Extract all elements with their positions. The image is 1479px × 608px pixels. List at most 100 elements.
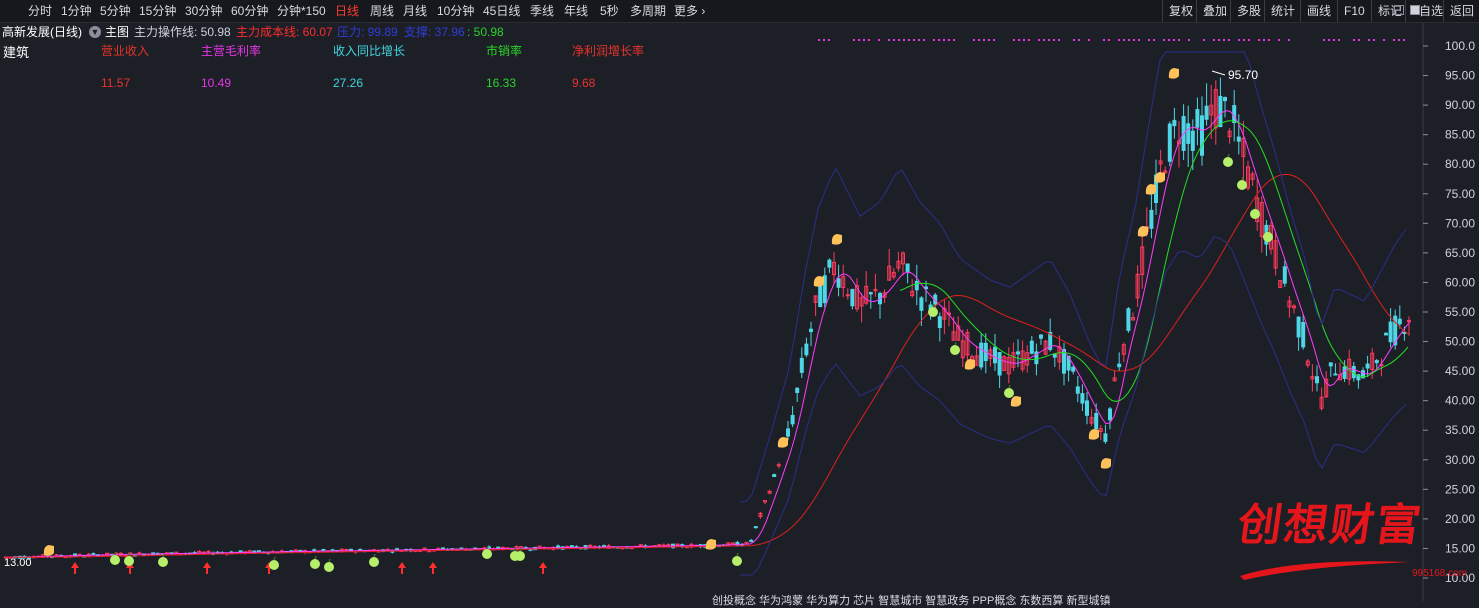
candle-body bbox=[1085, 400, 1089, 416]
apple-stem-icon bbox=[373, 553, 376, 558]
y-axis-label: 50.00 bbox=[1445, 335, 1475, 349]
period-tab-14[interactable]: 5秒 bbox=[600, 0, 619, 22]
watermark-swoosh-icon bbox=[1240, 561, 1412, 580]
y-axis-label: 20.00 bbox=[1445, 512, 1475, 526]
apple-marker-icon bbox=[369, 557, 379, 567]
y-axis-label: 90.00 bbox=[1445, 98, 1475, 112]
candle-body bbox=[1204, 105, 1209, 120]
toolbar-button-3[interactable]: 统计 bbox=[1264, 0, 1301, 22]
buy-arrow-icon bbox=[539, 562, 547, 574]
period-tab-8[interactable]: 周线 bbox=[370, 0, 394, 22]
candle-body bbox=[321, 548, 326, 552]
period-tab-3[interactable]: 15分钟 bbox=[139, 0, 176, 22]
candle-body bbox=[937, 316, 942, 328]
candle-body bbox=[868, 292, 873, 295]
apple-stem-icon bbox=[736, 552, 739, 557]
toolbar-button-2[interactable]: 多股 bbox=[1230, 0, 1267, 22]
toolbar-button-5[interactable]: F10 bbox=[1337, 0, 1371, 22]
candle-body bbox=[1117, 363, 1122, 368]
sector-label: 建筑 bbox=[3, 45, 30, 60]
apple-marker-icon bbox=[310, 559, 320, 569]
candle-body bbox=[1365, 363, 1370, 369]
candle-body bbox=[749, 539, 754, 542]
hand-marker-icon bbox=[1137, 226, 1148, 237]
period-tab-13[interactable]: 年线 bbox=[564, 0, 588, 22]
y-axis-label: 25.00 bbox=[1445, 482, 1475, 496]
apple-stem-icon bbox=[314, 555, 317, 560]
apple-marker-icon bbox=[124, 556, 134, 566]
candle-body bbox=[638, 544, 643, 547]
indicator-main-operation: 主力操作线: 50.98 bbox=[134, 25, 231, 39]
apple-stem-icon bbox=[273, 556, 276, 561]
concept-tags: 创投概念 华为鸿蒙 华为算力 芯片 智慧城市 智慧政务 PPP概念 东数西算 新… bbox=[712, 595, 1111, 607]
period-tab-5[interactable]: 60分钟 bbox=[231, 0, 268, 22]
toolbar-button-8[interactable]: 返回 bbox=[1443, 0, 1479, 22]
candle-body bbox=[772, 474, 777, 477]
apple-stem-icon bbox=[1227, 153, 1230, 158]
fin-label-profit-growth: 净利润增长率 bbox=[572, 44, 645, 58]
period-tab-0[interactable]: 分时 bbox=[28, 0, 52, 22]
ma-fast-line bbox=[6, 110, 1411, 558]
candle-body bbox=[1052, 354, 1057, 358]
candle-body bbox=[795, 387, 800, 393]
main-chart-label[interactable]: 主图 bbox=[105, 22, 129, 42]
stock-title[interactable]: 高新发展(日线) bbox=[2, 22, 82, 42]
candle-body bbox=[753, 526, 758, 529]
period-tab-6[interactable]: 分钟*150 bbox=[277, 0, 326, 22]
toolbar-button-4[interactable]: 画线 bbox=[1300, 0, 1337, 22]
candle-body bbox=[919, 297, 924, 311]
y-axis-label: 80.00 bbox=[1445, 157, 1475, 171]
hand-marker-icon bbox=[1145, 184, 1156, 195]
apple-marker-icon bbox=[950, 345, 960, 355]
candle-body bbox=[850, 288, 855, 307]
hand-marker-icon bbox=[813, 276, 824, 287]
candle-body bbox=[675, 543, 680, 546]
period-tab-10[interactable]: 10分钟 bbox=[437, 0, 474, 22]
watermark-url: 995168.com bbox=[1412, 568, 1468, 579]
candle-body bbox=[905, 263, 910, 273]
candle-body bbox=[1195, 109, 1200, 128]
candle-body bbox=[1029, 340, 1034, 354]
apple-marker-icon bbox=[110, 555, 120, 565]
ma-slow-line bbox=[6, 173, 1411, 558]
candle-body bbox=[790, 414, 795, 425]
toolbar-button-0[interactable]: 复权 bbox=[1162, 0, 1199, 22]
apple-marker-icon bbox=[928, 307, 938, 317]
candle-body bbox=[979, 342, 984, 368]
candle-body bbox=[730, 542, 735, 545]
y-axis-label: 15.00 bbox=[1445, 541, 1475, 555]
y-axis-label: 60.00 bbox=[1445, 275, 1475, 289]
indicator-main-cost: 主力成本线: 60.07 bbox=[236, 25, 333, 39]
period-tab-4[interactable]: 30分钟 bbox=[185, 0, 222, 22]
candle-body bbox=[293, 549, 298, 552]
hand-marker-icon bbox=[1010, 396, 1021, 407]
settings-gear-icon[interactable]: ▼ bbox=[89, 26, 101, 38]
candle-body bbox=[804, 343, 809, 356]
restore-window-icon[interactable] bbox=[1394, 5, 1404, 15]
apple-stem-icon bbox=[954, 341, 957, 346]
candle-body bbox=[1080, 393, 1085, 404]
period-tab-15[interactable]: 多周期 bbox=[630, 0, 666, 22]
apple-marker-icon bbox=[324, 562, 334, 572]
candle-body bbox=[257, 550, 261, 553]
period-tab-1[interactable]: 1分钟 bbox=[61, 0, 92, 22]
candle-body bbox=[91, 553, 96, 556]
period-tab-16[interactable]: 更多 › bbox=[674, 0, 705, 22]
period-tab-12[interactable]: 季线 bbox=[530, 0, 554, 22]
period-tab-2[interactable]: 5分钟 bbox=[100, 0, 131, 22]
period-tab-9[interactable]: 月线 bbox=[403, 0, 427, 22]
y-axis-label: 75.00 bbox=[1445, 187, 1475, 201]
candle-body bbox=[836, 278, 841, 288]
period-tab-11[interactable]: 45日线 bbox=[483, 0, 520, 22]
apple-marker-icon bbox=[269, 560, 279, 570]
toolbar-button-1[interactable]: 叠加 bbox=[1196, 0, 1233, 22]
period-tab-7[interactable]: 日线 bbox=[335, 0, 359, 22]
candle-body bbox=[1388, 321, 1393, 343]
hand-marker-icon bbox=[831, 234, 842, 245]
close-panel-icon[interactable] bbox=[1410, 5, 1420, 15]
hand-marker-icon bbox=[1100, 458, 1111, 469]
apple-marker-icon bbox=[1004, 388, 1014, 398]
y-axis-label: 35.00 bbox=[1445, 423, 1475, 437]
fin-label-revenue: 营业收入 bbox=[101, 44, 150, 58]
y-axis-label: 45.00 bbox=[1445, 364, 1475, 378]
